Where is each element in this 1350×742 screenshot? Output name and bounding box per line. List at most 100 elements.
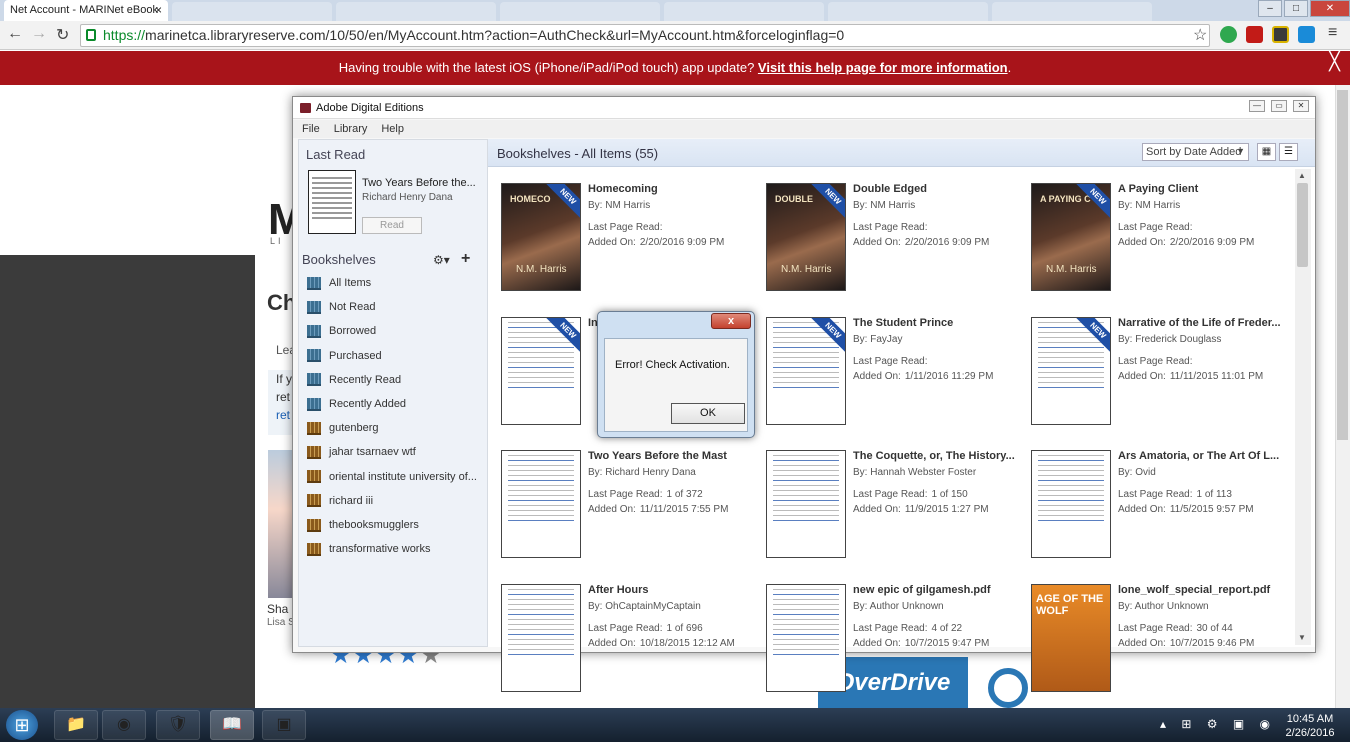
minimize-button[interactable]: – [1258, 0, 1282, 17]
book-cover[interactable]: A PAYING C N.M. Harris NEW [1031, 183, 1111, 291]
browser-tab[interactable] [336, 2, 496, 21]
bookmark-star-icon[interactable]: ☆ [1193, 25, 1207, 45]
list-view-icon[interactable]: ☰ [1279, 143, 1298, 161]
reload-icon[interactable]: ↻ [56, 25, 69, 45]
url-input[interactable]: https://marinetca.libraryreserve.com/10/… [80, 24, 1210, 47]
browser-tab[interactable] [828, 2, 988, 21]
book-cover[interactable] [501, 450, 581, 558]
menu-help[interactable]: Help [376, 120, 409, 138]
bookshelf-item[interactable]: gutenberg [307, 417, 482, 439]
book-author: By: Ovid [1118, 467, 1156, 478]
browser-tab[interactable] [664, 2, 824, 21]
book-cover[interactable] [766, 583, 846, 692]
library-scrollbar-thumb[interactable] [1297, 183, 1308, 267]
read-button[interactable]: Read [362, 217, 422, 234]
book-card[interactable]: Ars Amatoria, or The Art Of L... By: Ovid… [1031, 450, 1296, 575]
last-page-read-value: 1 of 372 [666, 489, 703, 500]
scroll-down-icon[interactable]: ▼ [1298, 633, 1306, 642]
book-card[interactable]: HOMECO N.M. Harris NEW Homecoming By: NM Har… [501, 183, 766, 308]
shield-extension-icon[interactable] [1220, 26, 1237, 43]
pdf-extension-icon[interactable] [1246, 26, 1263, 43]
book-cover[interactable] [1031, 450, 1111, 558]
page-scrollbar-thumb[interactable] [1337, 90, 1348, 440]
bookshelf-item[interactable]: jahar tsarnaev wtf [307, 441, 482, 463]
browser-tab[interactable] [992, 2, 1152, 21]
maximize-button[interactable]: □ [1284, 0, 1308, 17]
clock[interactable]: 10:45 AM 2/26/2016 [1282, 712, 1338, 740]
book-title: Ars Amatoria, or The Art Of L... [1118, 450, 1280, 462]
book-cover[interactable]: NEW [501, 316, 581, 425]
bookshelf-icon [307, 324, 321, 338]
bookshelf-item[interactable]: Recently Added [307, 393, 482, 415]
start-button[interactable]: ⊞ [6, 710, 38, 740]
menu-icon[interactable]: ≡ [1328, 24, 1337, 42]
ade-close-button[interactable]: ✕ [1293, 100, 1309, 112]
menu-library[interactable]: Library [329, 120, 373, 138]
ade-minimize-button[interactable]: — [1249, 100, 1265, 112]
bookshelf-item[interactable]: Not Read [307, 296, 482, 318]
book-cover[interactable]: NEW [766, 316, 846, 425]
bookshelf-item[interactable]: transformative works [307, 538, 482, 560]
chrome-icon[interactable]: ◉ [102, 710, 146, 740]
book-card[interactable]: DOUBLE N.M. Harris NEW Double Edged By: NM H… [766, 183, 1031, 308]
grid-view-icon[interactable]: ▦ [1257, 143, 1276, 161]
bookshelf-item[interactable]: Borrowed [307, 320, 482, 342]
security-shield-icon[interactable]: 🛡 [156, 710, 200, 740]
back-icon[interactable]: ← [7, 25, 23, 43]
menu-file[interactable]: File [297, 120, 325, 138]
gear-icon[interactable]: ⚙▾ [433, 253, 450, 267]
file-explorer-icon[interactable]: 📁 [54, 710, 98, 740]
forward-icon[interactable]: → [31, 25, 47, 43]
bookshelf-icon [307, 518, 321, 532]
scroll-up-icon[interactable]: ▲ [1298, 171, 1306, 180]
extension-icon[interactable] [1272, 26, 1289, 43]
browser-tab[interactable] [172, 2, 332, 21]
bookshelf-item[interactable]: richard iii [307, 490, 482, 512]
book-card[interactable]: NEW The Student Prince By: FayJay Last Page… [766, 316, 1031, 442]
bookshelf-item[interactable]: Recently Read [307, 369, 482, 391]
book-cover[interactable]: DOUBLE N.M. Harris NEW [766, 183, 846, 291]
ade-maximize-button[interactable]: ▭ [1271, 100, 1287, 112]
added-on-value: 11/11/2015 7:55 PM [639, 504, 729, 515]
browser-tab[interactable] [500, 2, 660, 21]
bookshelf-label: All Items [329, 277, 372, 289]
presentation-app-icon[interactable]: ▣ [262, 710, 306, 740]
book-card[interactable]: NEW Narrative of the Life of Freder... By:… [1031, 316, 1296, 442]
browser-tab-active[interactable]: Net Account - MARINet eBook × [4, 0, 168, 21]
bookshelf-item[interactable]: Purchased [307, 345, 482, 367]
book-card[interactable]: new epic of gilgamesh.pdf By: Author Unkn… [766, 583, 1031, 709]
banner-help-link[interactable]: Visit this help page for more informatio… [758, 60, 1008, 75]
book-card[interactable]: The Coquette, or, The History... By: Hann… [766, 450, 1031, 575]
sort-dropdown[interactable]: Sort by Date Added ▼ [1142, 143, 1249, 161]
book-title-link[interactable]: Sha [267, 602, 288, 616]
book-author: By: Author Unknown [853, 600, 944, 612]
add-shelf-icon[interactable]: + [461, 250, 470, 268]
ade-sidebar: Last Read Two Years Before the... Richar… [298, 139, 488, 647]
book-cover[interactable] [766, 450, 846, 558]
book-cover[interactable]: AGE OF THE WOLF [1031, 583, 1111, 692]
site-logo-subtitle: LI [270, 236, 284, 246]
last-read-cover[interactable] [308, 170, 356, 234]
book-card[interactable]: After Hours By: OhCaptainMyCaptain Last Pa… [501, 583, 766, 709]
book-title: The Coquette, or, The History... [853, 450, 1015, 462]
extension-icon[interactable] [1298, 26, 1315, 43]
close-window-button[interactable]: ✕ [1310, 0, 1350, 17]
bookshelf-item[interactable]: All Items [307, 272, 482, 294]
book-card[interactable]: AGE OF THE WOLF lone_wolf_special_report.… [1031, 583, 1296, 709]
dialog-close-button[interactable]: x [711, 313, 751, 329]
book-cover[interactable] [501, 583, 581, 692]
bookshelf-item[interactable]: oriental institute university of... [307, 466, 482, 488]
ok-button[interactable]: OK [671, 403, 745, 424]
book-card[interactable]: A PAYING C N.M. Harris NEW A Paying Client B… [1031, 183, 1296, 308]
system-tray-icons[interactable]: ▴ ⊞ ⚙ ▣ ◉ [1160, 717, 1276, 731]
lock-icon[interactable] [86, 29, 96, 41]
tab-close-icon[interactable]: × [155, 3, 162, 17]
book-author: By: NM Harris [588, 200, 651, 211]
banner-close-icon[interactable]: ╳ [1329, 52, 1340, 70]
book-card[interactable]: Two Years Before the Mast By: Richard Hen… [501, 450, 766, 575]
bookshelf-item[interactable]: thebooksmugglers [307, 514, 482, 536]
book-cover[interactable]: HOMECO N.M. Harris NEW [501, 183, 581, 291]
adobe-digital-editions-taskbar-icon[interactable]: 📖 [210, 710, 254, 740]
book-cover[interactable]: NEW [1031, 316, 1111, 425]
last-page-read-value: 4 of 22 [931, 622, 963, 634]
